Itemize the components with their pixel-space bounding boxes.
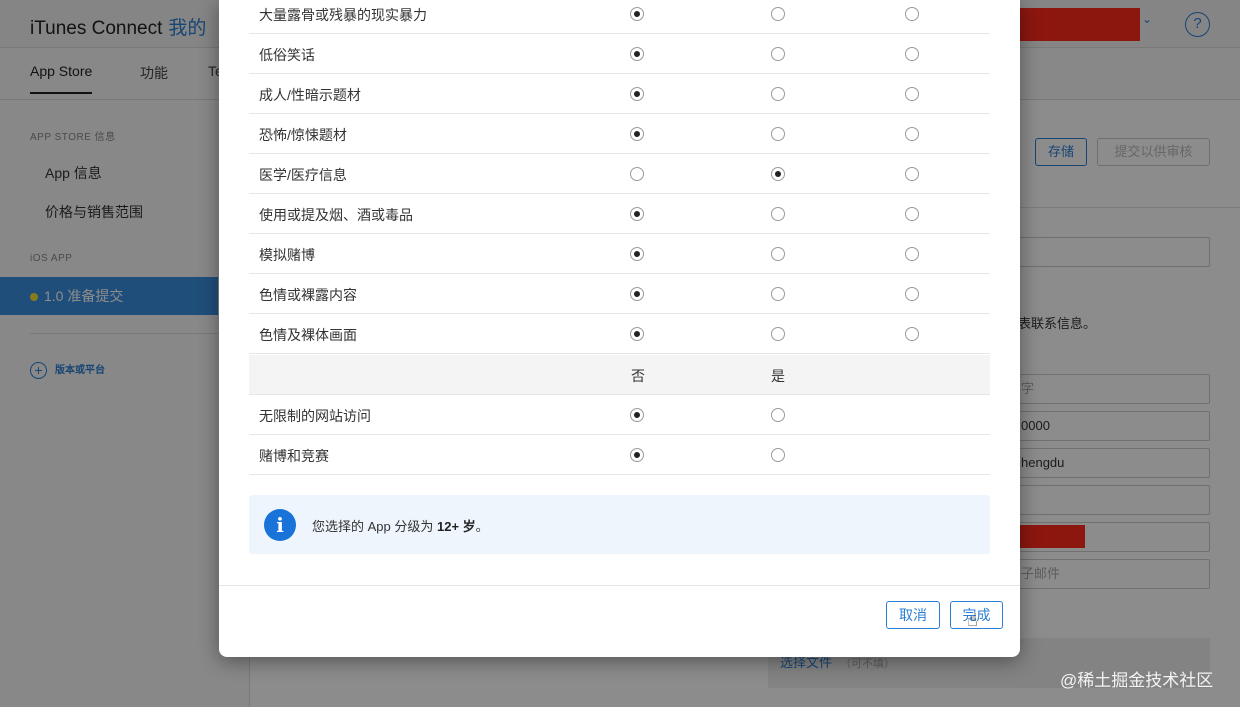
radio-button[interactable] — [771, 327, 785, 341]
binary-row-label: 无限制的网站访问 — [259, 408, 371, 424]
radio-button[interactable] — [630, 87, 644, 101]
modal-footer-divider — [219, 585, 1020, 586]
info-icon: i — [264, 509, 296, 541]
radio-button[interactable] — [905, 87, 919, 101]
binary-row: 赌博和竞赛 — [249, 435, 990, 475]
rating-prefix: 您选择的 App 分级为 — [312, 519, 434, 534]
mouse-cursor-icon: ☝ — [967, 610, 978, 630]
radio-button[interactable] — [905, 287, 919, 301]
rating-row-label: 低俗笑话 — [259, 47, 315, 63]
rating-row-label: 成人/性暗示题材 — [259, 87, 361, 103]
rating-row-label: 色情或裸露内容 — [259, 287, 357, 303]
radio-button[interactable] — [771, 87, 785, 101]
header-no: 否 — [631, 368, 645, 384]
radio-button[interactable] — [630, 327, 644, 341]
rating-row: 医学/医疗信息 — [249, 154, 990, 194]
rating-row: 低俗笑话 — [249, 34, 990, 74]
rating-row: 成人/性暗示题材 — [249, 74, 990, 114]
radio-button[interactable] — [630, 448, 644, 462]
rating-row: 色情及裸体画面 — [249, 314, 990, 354]
rating-row-label: 恐怖/惊悚题材 — [259, 127, 347, 143]
radio-button[interactable] — [630, 287, 644, 301]
age-rating-modal: 大量露骨或残暴的现实暴力 低俗笑话成人/性暗示题材 恐怖/惊悚题材 医学/医疗信息使用… — [219, 0, 1020, 657]
radio-button[interactable] — [630, 127, 644, 141]
radio-button[interactable] — [905, 327, 919, 341]
radio-button[interactable] — [905, 207, 919, 221]
radio-button[interactable] — [630, 167, 644, 181]
rating-row-label: 医学/医疗信息 — [259, 167, 347, 183]
radio-button[interactable] — [630, 207, 644, 221]
radio-button[interactable] — [771, 47, 785, 61]
cancel-button[interactable]: 取消 — [886, 601, 940, 629]
radio-button[interactable] — [771, 247, 785, 261]
rating-info-text: 您选择的 App 分级为 12+ 岁。 — [312, 516, 489, 535]
radio-button[interactable] — [630, 247, 644, 261]
radio-button[interactable] — [771, 167, 785, 181]
radio-button[interactable] — [771, 408, 785, 422]
rating-row-label: 大量露骨或残暴的现实暴力 — [259, 7, 427, 23]
rating-row: 使用或提及烟、酒或毒品 — [249, 194, 990, 234]
radio-button[interactable] — [630, 47, 644, 61]
radio-button[interactable] — [905, 167, 919, 181]
rating-info-box: i 您选择的 App 分级为 12+ 岁。 — [249, 495, 990, 554]
header-yes: 是 — [771, 368, 785, 384]
binary-row: 无限制的网站访问 — [249, 395, 990, 435]
binary-row-label: 赌博和竞赛 — [259, 448, 329, 464]
radio-button[interactable] — [771, 7, 785, 21]
radio-button[interactable] — [771, 127, 785, 141]
rating-value: 12+ 岁 — [436, 519, 476, 534]
rating-row-label: 使用或提及烟、酒或毒品 — [259, 207, 413, 223]
rating-row: 大量露骨或残暴的现实暴力 — [249, 0, 990, 34]
radio-button[interactable] — [630, 408, 644, 422]
radio-button[interactable] — [771, 207, 785, 221]
radio-button[interactable] — [771, 448, 785, 462]
rating-row-label: 模拟赌博 — [259, 247, 315, 263]
watermark: @稀土掘金技术社区 — [1060, 671, 1214, 690]
radio-button[interactable] — [630, 7, 644, 21]
rating-suffix: 。 — [475, 519, 489, 534]
radio-button[interactable] — [771, 287, 785, 301]
radio-button[interactable] — [905, 47, 919, 61]
binary-header: 否 是 — [249, 355, 990, 395]
rating-row: 色情或裸露内容 — [249, 274, 990, 314]
radio-button[interactable] — [905, 127, 919, 141]
rating-row: 恐怖/惊悚题材 — [249, 114, 990, 154]
rating-row: 模拟赌博 — [249, 234, 990, 274]
rating-row-label: 色情及裸体画面 — [259, 327, 357, 343]
radio-button[interactable] — [905, 7, 919, 21]
radio-button[interactable] — [905, 247, 919, 261]
